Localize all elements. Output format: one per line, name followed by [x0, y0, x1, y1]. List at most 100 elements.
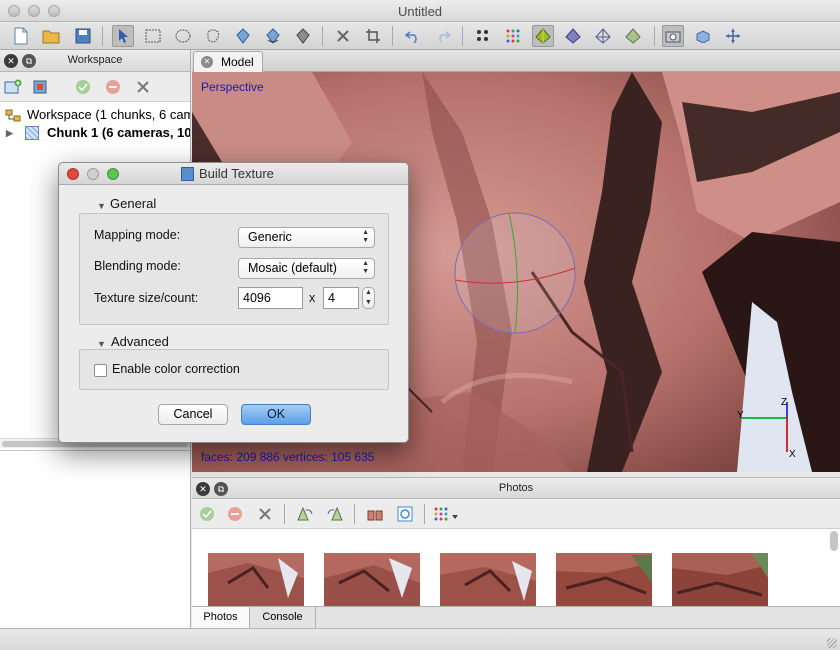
toolbar-separator [322, 26, 323, 46]
redo-icon[interactable] [432, 25, 454, 47]
color-correction-checkbox[interactable] [94, 364, 107, 377]
model-wireframe-icon[interactable] [592, 25, 614, 47]
color-correction-label: Enable color correction [112, 362, 240, 376]
remove-photo-icon[interactable] [254, 503, 276, 525]
resize-grip-icon[interactable] [827, 638, 837, 648]
window-title: Untitled [397, 4, 443, 19]
toolbar-separator [654, 26, 655, 46]
mapping-mode-label: Mapping mode: [94, 228, 181, 242]
chunk-icon [25, 126, 39, 140]
resize-region-icon[interactable] [292, 25, 314, 47]
rotate-object-icon[interactable] [262, 25, 284, 47]
tab-photos[interactable]: Photos [192, 607, 250, 628]
photo-thumbnail[interactable] [324, 553, 420, 606]
general-group-title: General [110, 196, 157, 211]
model-stats-text: faces: 209 886 vertices: 105 635 [201, 450, 375, 464]
photos-header: ✕ ⧉ Photos [192, 477, 840, 499]
model-tabbar: ✕ Model [192, 50, 840, 72]
photos-title: Photos [498, 482, 534, 494]
circle-selection-icon[interactable] [172, 25, 194, 47]
view-camera-icon[interactable] [364, 503, 386, 525]
close-tab-icon[interactable]: ✕ [201, 56, 213, 68]
photo-thumbnail[interactable] [440, 553, 536, 606]
toolbar-separator [462, 26, 463, 46]
tab-model[interactable]: ✕ Model [193, 51, 263, 72]
reset-photo-icon[interactable] [394, 503, 416, 525]
dense-cloud-icon[interactable] [502, 25, 524, 47]
collapse-general-icon[interactable]: ▼ [97, 201, 106, 211]
rotate-left-icon[interactable] [294, 503, 316, 525]
tree-item-label: Chunk 1 (6 cameras, 10 markers) [47, 125, 190, 140]
enable-photo-icon[interactable] [196, 503, 218, 525]
texture-size-label: Texture size/count: [94, 291, 199, 305]
disable-photo-icon[interactable] [224, 503, 246, 525]
texture-count-input[interactable]: 4 [323, 287, 359, 309]
photos-vertical-scrollbar[interactable] [830, 531, 838, 551]
move-object-icon[interactable] [232, 25, 254, 47]
cancel-button[interactable]: Cancel [158, 404, 228, 425]
show-cameras-icon[interactable] [662, 25, 684, 47]
projection-label: Perspective [201, 80, 264, 94]
dialog-minimize-button [87, 168, 99, 180]
dialog-close-button[interactable] [67, 168, 79, 180]
ok-button[interactable]: OK [241, 404, 311, 425]
model-solid-icon[interactable] [562, 25, 584, 47]
open-folder-icon[interactable] [40, 25, 62, 47]
blending-mode-select[interactable]: Mosaic (default) ▲ ▼ [238, 258, 375, 279]
point-cloud-icon[interactable] [472, 25, 494, 47]
rotate-right-icon[interactable] [324, 503, 346, 525]
texture-size-input[interactable]: 4096 [238, 287, 303, 309]
model-shaded-icon[interactable] [532, 25, 554, 47]
dialog-titlebar: Build Texture [59, 163, 408, 185]
mapping-mode-select[interactable]: Generic ▲ ▼ [238, 227, 375, 248]
photo-thumbnail[interactable] [672, 553, 768, 606]
tree-item-label: Workspace (1 chunks, 6 cameras) [27, 107, 190, 122]
texture-size-separator: x [309, 291, 316, 305]
toolbar-separator [284, 504, 285, 524]
dialog-title: Build Texture [199, 166, 274, 181]
workspace-header: ✕ ⧉ Workspace [0, 50, 190, 72]
toolbar-separator [424, 504, 425, 524]
save-icon[interactable] [72, 25, 94, 47]
bottom-tabbar: Photos Console [192, 606, 840, 628]
rectangle-selection-icon[interactable] [142, 25, 164, 47]
workspace-toolbar [0, 72, 190, 102]
show-region-icon[interactable] [692, 25, 714, 47]
add-chunk-icon[interactable] [2, 76, 24, 98]
toolbar-separator [354, 504, 355, 524]
photo-thumbnail[interactable] [208, 553, 304, 606]
tree-item-chunk[interactable]: ▶ Chunk 1 (6 cameras, 10 markers) [0, 124, 190, 142]
remove-items-icon[interactable] [132, 76, 154, 98]
status-bar [0, 628, 840, 650]
model-textured-icon[interactable] [622, 25, 644, 47]
toolbar-separator [102, 26, 103, 46]
enable-cameras-icon[interactable] [72, 76, 94, 98]
toolbar-separator [392, 26, 393, 46]
select-arrows-icon: ▲ ▼ [362, 229, 369, 244]
blending-mode-value: Mosaic (default) [248, 261, 337, 275]
window-titlebar: Untitled [0, 0, 840, 22]
tab-console[interactable]: Console [250, 607, 316, 628]
new-document-icon[interactable] [10, 25, 32, 47]
add-photos-icon[interactable] [30, 76, 52, 98]
expand-arrow-icon[interactable]: ▶ [6, 124, 13, 142]
collapse-advanced-icon[interactable]: ▼ [97, 339, 106, 349]
mapping-mode-value: Generic [248, 230, 292, 244]
delete-selection-icon[interactable] [332, 25, 354, 47]
navigation-pointer-icon[interactable] [112, 25, 134, 47]
dialog-zoom-button[interactable] [107, 168, 119, 180]
undo-icon[interactable] [402, 25, 424, 47]
advanced-group-title: Advanced [111, 334, 169, 349]
reset-view-icon[interactable] [722, 25, 744, 47]
view-mode-icon[interactable] [432, 503, 462, 525]
main-toolbar [0, 22, 840, 50]
axis-y-label: Y [737, 410, 744, 421]
free-form-selection-icon[interactable] [202, 25, 224, 47]
photo-thumbnail[interactable] [556, 553, 652, 606]
workspace-icon [5, 109, 21, 124]
texture-count-stepper[interactable]: ▲ ▼ [362, 287, 375, 309]
tree-item-workspace[interactable]: Workspace (1 chunks, 6 cameras) [0, 106, 190, 124]
photos-thumbnails [192, 529, 840, 606]
crop-selection-icon[interactable] [362, 25, 384, 47]
disable-cameras-icon[interactable] [102, 76, 124, 98]
